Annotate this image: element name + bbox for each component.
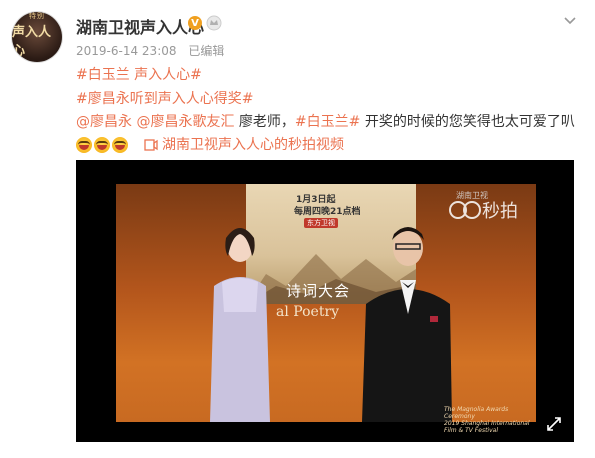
hashtag-inline[interactable]: #白玉兰# [295, 114, 360, 130]
emoji-laugh-icon [112, 137, 128, 153]
crown-icon [206, 15, 222, 31]
fullscreen-icon[interactable] [546, 416, 562, 432]
emoji-laugh-icon [94, 137, 110, 153]
video-link-icon [144, 139, 158, 151]
avatar-text-main: 声入人心 [12, 25, 52, 59]
timestamp[interactable]: 2019-6-14 23:08 [76, 44, 177, 58]
stage-text-cn: 诗词大会 [286, 282, 351, 300]
caption-line-2: 2019 Shanghai International Film & TV Fe… [444, 420, 530, 434]
stage-text-en: al Poetry [276, 304, 340, 320]
video-player[interactable]: 1月3日起 每周四晚21点档 东方卫视 诗词大会 al Poetry The M… [76, 160, 574, 442]
hashtag-line-2[interactable]: #廖昌永听到声入人心得奖# [76, 90, 253, 108]
chevron-down-icon[interactable] [562, 12, 578, 28]
username[interactable]: 湖南卫视声入人心 [76, 14, 204, 38]
post-body: @廖昌永 @廖昌永歌友汇 廖老师，#白玉兰# 开奖的时候的您笑得也太可爱了叭 [76, 113, 575, 131]
emoji-laugh-icon [76, 137, 92, 153]
mention-2[interactable]: @廖昌永歌友汇 [136, 114, 234, 130]
presenter-woman [210, 228, 270, 422]
video-link-label: 湖南卫视声入人心的秒拍视频 [162, 137, 344, 153]
body-text-2: 开奖的时候的您笑得也太可爱了叭 [364, 114, 575, 130]
avatar[interactable]: 特别 声入人心 [12, 12, 62, 62]
avatar-text-top: 特别 [29, 12, 45, 20]
edited-label: 已编辑 [188, 44, 225, 58]
caption-line-1: The Magnolia Awards Ceremony [444, 406, 509, 420]
hashtag-line-1[interactable]: #白玉兰 声入人心# [76, 66, 202, 84]
verified-icon: V [188, 16, 202, 30]
post-meta: 2019-6-14 23:08 已编辑 [76, 42, 232, 59]
emoji-and-video-row: 湖南卫视声入人心的秒拍视频 [76, 136, 344, 154]
presenter-man [362, 227, 452, 422]
miaopai-watermark: 湖南卫视 秒拍 [448, 191, 518, 224]
mention-1[interactable]: @廖昌永 [76, 114, 132, 130]
poster-logo: 东方卫视 [304, 218, 338, 228]
video-link[interactable]: 湖南卫视声入人心的秒拍视频 [144, 136, 344, 154]
watermark-small: 湖南卫视 [456, 191, 488, 200]
festival-caption: The Magnolia Awards Ceremony 2019 Shangh… [444, 406, 536, 434]
poster-time: 每周四晚21点档 [294, 207, 361, 217]
body-text-1: 廖老师， [238, 114, 295, 130]
